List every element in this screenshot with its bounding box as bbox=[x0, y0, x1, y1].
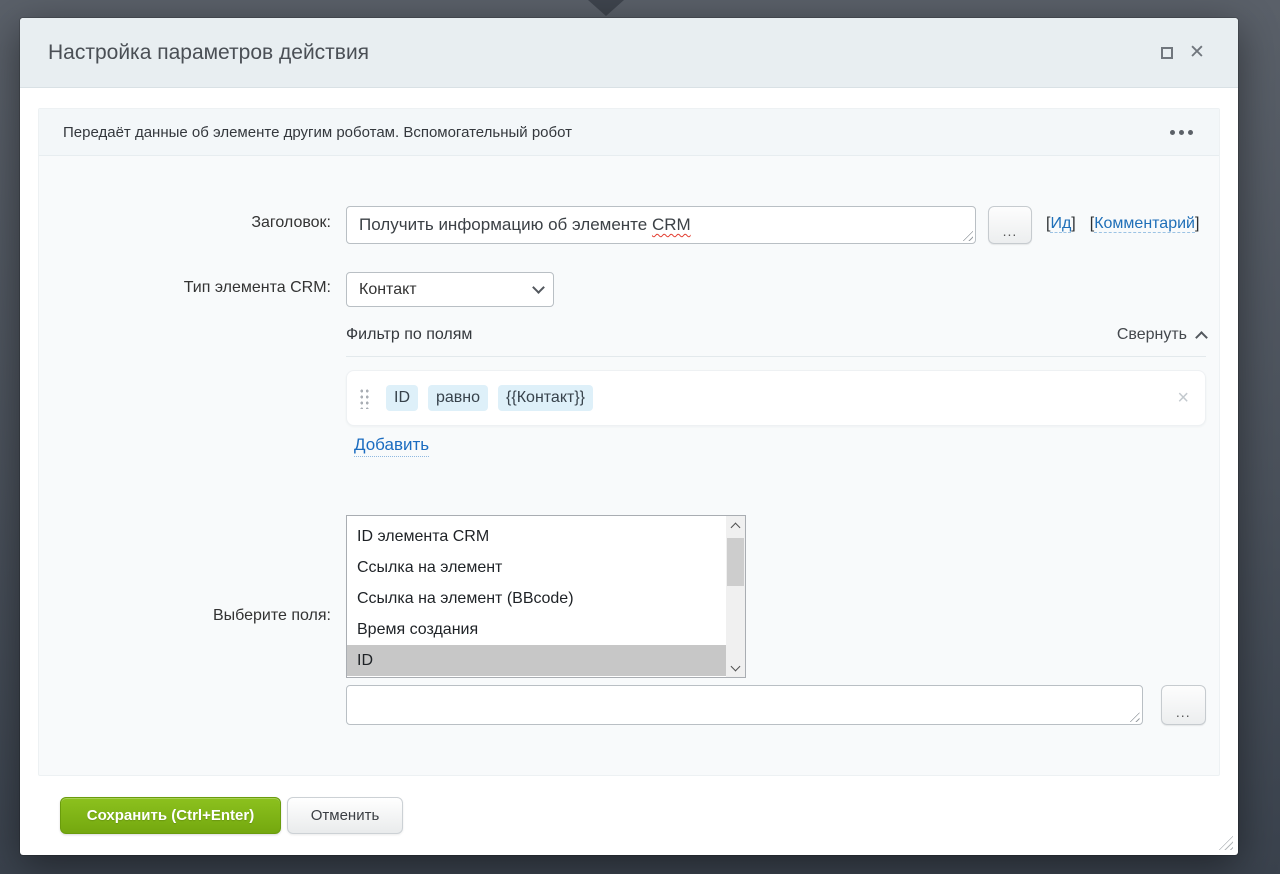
listbox-option[interactable]: Ссылка на элемент bbox=[347, 552, 726, 583]
fields-listbox-items: ID элемента CRM Ссылка на элемент Ссылка… bbox=[347, 516, 726, 677]
filter-header-row: Фильтр по полям Свернуть bbox=[39, 326, 1219, 357]
add-filter-link[interactable]: Добавить bbox=[354, 435, 430, 457]
settings-panel: Передаёт данные об элементе другим робот… bbox=[38, 108, 1220, 776]
fields-value-spacer bbox=[39, 685, 346, 693]
comment-link[interactable]: Комментарий bbox=[1094, 215, 1195, 233]
scrollbar-thumb[interactable] bbox=[727, 538, 744, 586]
crm-type-select[interactable]: Контакт bbox=[346, 272, 554, 307]
crm-type-selected-value: Контакт bbox=[359, 280, 417, 298]
crm-type-row: Тип элемента CRM: Контакт bbox=[39, 272, 1219, 307]
filter-header-spacer bbox=[39, 326, 346, 334]
listbox-option[interactable]: Ссылка на элемент (BBcode) bbox=[347, 583, 726, 614]
fields-value-input[interactable] bbox=[346, 685, 1143, 725]
remove-filter-icon[interactable]: × bbox=[1177, 388, 1189, 408]
filter-value-chip[interactable]: {{Контакт}} bbox=[498, 385, 594, 411]
scroll-down-icon bbox=[730, 661, 741, 672]
filter-section-title: Фильтр по полям bbox=[346, 326, 473, 343]
title-row: Заголовок: Получить информацию об элемен… bbox=[39, 206, 1219, 244]
background-page-shape bbox=[588, 0, 624, 16]
title-links: [Ид] [Комментарий] bbox=[1046, 206, 1199, 233]
listbox-scrollbar[interactable] bbox=[726, 516, 745, 677]
maximize-icon bbox=[1161, 46, 1173, 59]
select-fields-area: ID элемента CRM Ссылка на элемент Ссылка… bbox=[346, 515, 1206, 678]
fields-value-area: ... bbox=[346, 685, 1206, 725]
add-filter-spacer bbox=[39, 435, 346, 443]
select-fields-label: Выберите поля: bbox=[212, 607, 331, 624]
collapse-filter-button[interactable]: Свернуть bbox=[1116, 326, 1208, 344]
fields-insert-value-button[interactable]: ... bbox=[1160, 685, 1206, 725]
robot-description: Передаёт данные об элементе другим робот… bbox=[63, 123, 572, 141]
robot-description-bar: Передаёт данные об элементе другим робот… bbox=[39, 109, 1219, 156]
add-filter-row: Добавить bbox=[39, 435, 1219, 457]
textarea-resize-grip-icon[interactable] bbox=[960, 228, 973, 241]
scrollbar-track[interactable] bbox=[726, 534, 745, 659]
title-value-misspelled: CRM bbox=[651, 215, 691, 234]
dialog-body: Передаёт данные об элементе другим робот… bbox=[20, 88, 1238, 834]
drag-handle-icon[interactable] bbox=[359, 387, 370, 409]
listbox-option[interactable]: ID элемента CRM bbox=[347, 521, 726, 552]
close-button[interactable]: ✕ bbox=[1182, 38, 1212, 68]
filter-header-area: Фильтр по полям Свернуть bbox=[346, 326, 1208, 357]
more-menu-button[interactable] bbox=[1168, 124, 1195, 141]
cancel-button[interactable]: Отменить bbox=[287, 797, 403, 834]
save-button[interactable]: Сохранить (Ctrl+Enter) bbox=[60, 797, 281, 834]
dialog-resize-grip-icon[interactable] bbox=[1218, 835, 1233, 850]
dot-icon bbox=[1179, 129, 1184, 135]
fields-value-row: ... bbox=[39, 685, 1219, 725]
crm-type-field-area: Контакт bbox=[346, 272, 1206, 307]
dialog-footer: Сохранить (Ctrl+Enter) Отменить bbox=[38, 776, 1220, 834]
dialog-header: Настройка параметров действия ✕ bbox=[20, 18, 1238, 88]
dot-icon bbox=[1188, 129, 1193, 135]
add-filter-area: Добавить bbox=[346, 435, 1206, 457]
crm-type-label: Тип элемента CRM: bbox=[183, 279, 331, 296]
maximize-button[interactable] bbox=[1152, 38, 1182, 68]
scroll-up-button[interactable] bbox=[726, 516, 745, 534]
filter-card-area: ID равно {{Контакт}} × bbox=[346, 370, 1206, 426]
action-settings-dialog: Настройка параметров действия ✕ Передаёт… bbox=[20, 18, 1238, 855]
id-link-wrap: [Ид] bbox=[1046, 215, 1076, 233]
comment-link-wrap: [Комментарий] bbox=[1089, 215, 1200, 233]
dot-icon bbox=[1170, 129, 1175, 135]
scroll-down-button[interactable] bbox=[726, 659, 745, 677]
filter-operator-chip[interactable]: равно bbox=[428, 385, 489, 411]
filter-card-row: ID равно {{Контакт}} × bbox=[39, 370, 1219, 426]
filter-field-chip[interactable]: ID bbox=[386, 385, 418, 411]
title-field-area: Получить информацию об элементе CRM ... … bbox=[346, 206, 1206, 244]
textarea-resize-grip-icon[interactable] bbox=[1126, 709, 1140, 722]
close-icon: ✕ bbox=[1189, 42, 1205, 63]
chevron-down-icon bbox=[532, 281, 545, 294]
settings-form: Заголовок: Получить информацию об элемен… bbox=[39, 156, 1219, 725]
fields-listbox[interactable]: ID элемента CRM Ссылка на элемент Ссылка… bbox=[346, 515, 746, 678]
title-value: Получить информацию об элементе bbox=[359, 215, 652, 234]
title-label: Заголовок: bbox=[251, 214, 331, 231]
listbox-option[interactable]: Время создания bbox=[347, 614, 726, 645]
title-input[interactable]: Получить информацию об элементе CRM bbox=[346, 206, 976, 244]
title-insert-value-button[interactable]: ... bbox=[988, 206, 1032, 244]
select-fields-row: Выберите поля: ID элемента CRM Ссылка на… bbox=[39, 515, 1219, 678]
scroll-up-icon bbox=[730, 522, 741, 532]
listbox-option-selected[interactable]: ID bbox=[347, 645, 726, 676]
chevron-up-icon bbox=[1195, 331, 1208, 344]
id-link[interactable]: Ид bbox=[1050, 215, 1072, 233]
collapse-label: Свернуть bbox=[1116, 326, 1187, 343]
dialog-title: Настройка параметров действия bbox=[48, 40, 370, 64]
filter-card-spacer bbox=[39, 370, 346, 378]
filter-condition-card: ID равно {{Контакт}} × bbox=[346, 370, 1206, 426]
